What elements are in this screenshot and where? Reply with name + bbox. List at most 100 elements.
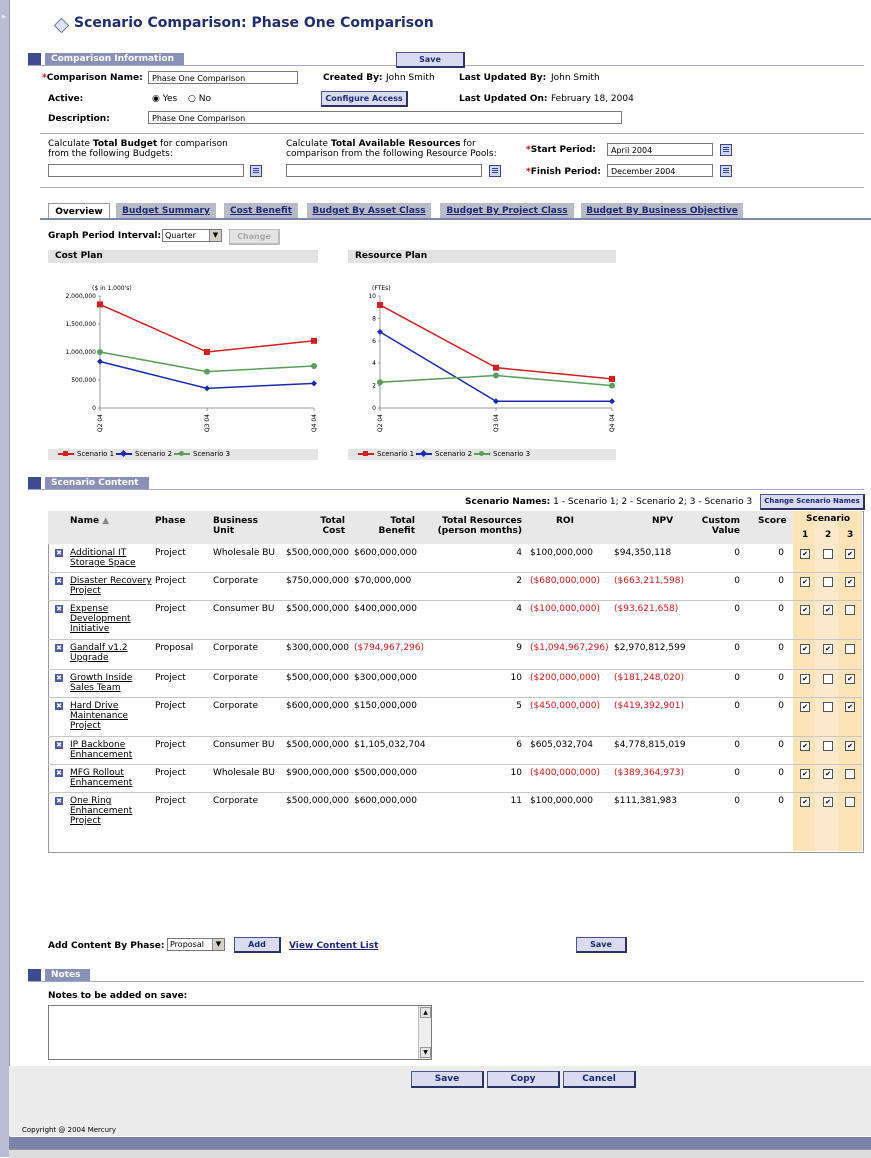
scenario-3-checkbox[interactable]: ✔: [845, 702, 855, 712]
scenario-3-checkbox[interactable]: ✔: [845, 674, 855, 684]
save-button-content[interactable]: Save: [576, 937, 627, 953]
remove-row-icon[interactable]: ✖: [55, 605, 63, 613]
scenario-3-checkbox[interactable]: [845, 797, 855, 807]
tab-budget-by-business-objective[interactable]: Budget By Business Objective: [581, 203, 743, 219]
scenario-2-checkbox[interactable]: ✔: [823, 605, 833, 615]
remove-row-icon[interactable]: ✖: [55, 702, 63, 710]
scenario-3-checkbox[interactable]: [845, 605, 855, 615]
scenario-1-checkbox[interactable]: ✔: [800, 797, 810, 807]
scenario-3-checkbox[interactable]: [845, 644, 855, 654]
description-input[interactable]: Phase One Comparison: [148, 111, 622, 124]
row-total-resources: 9: [516, 643, 522, 653]
comparison-name-input[interactable]: Phase One Comparison: [148, 71, 298, 84]
notes-scrollbar[interactable]: ▲ ▼: [418, 1006, 431, 1059]
row-name-link[interactable]: Additional IT Storage Space: [70, 548, 136, 568]
left-collapse-bar[interactable]: ▸: [0, 0, 10, 1157]
scenario-3-checkbox[interactable]: ✔: [845, 741, 855, 751]
remove-row-icon[interactable]: ✖: [55, 769, 63, 777]
col-business-unit-line1: Business: [213, 516, 258, 526]
resource-pools-input[interactable]: [286, 164, 482, 177]
start-period-input[interactable]: April 2004: [607, 143, 713, 156]
remove-row-icon[interactable]: ✖: [55, 549, 63, 557]
scenario-1-checkbox[interactable]: ✔: [800, 769, 810, 779]
scenario-2-checkbox[interactable]: ✔: [823, 769, 833, 779]
change-scenario-names-button[interactable]: Change Scenario Names: [760, 494, 865, 510]
row-phase: Project: [155, 768, 186, 778]
row-name-link[interactable]: IP Backbone Enhancement: [70, 740, 132, 760]
remove-row-icon[interactable]: ✖: [55, 644, 63, 652]
change-interval-button[interactable]: Change: [229, 229, 280, 245]
row-roi: $100,000,000: [530, 548, 593, 558]
graph-interval-label: Graph Period Interval:: [48, 231, 162, 241]
remove-row-icon[interactable]: ✖: [55, 741, 63, 749]
cancel-button[interactable]: Cancel: [563, 1071, 636, 1088]
active-yes-radio[interactable]: ◉ Yes: [152, 94, 177, 104]
last-updated-by-label: Last Updated By:: [459, 73, 547, 83]
legend-swatch: [174, 451, 190, 456]
tab-budget-summary[interactable]: Budget Summary: [116, 203, 216, 219]
row-custom-value: 0: [734, 576, 740, 586]
row-name-link[interactable]: Growth Inside Sales Team: [70, 673, 132, 693]
finish-period-input[interactable]: December 2004: [607, 164, 713, 177]
remove-row-icon[interactable]: ✖: [55, 674, 63, 682]
cost-plan-title: Cost Plan: [48, 250, 318, 263]
remove-row-icon[interactable]: ✖: [55, 577, 63, 585]
row-name-link[interactable]: Gandalf v1.2 Upgrade: [70, 643, 128, 663]
copy-button[interactable]: Copy: [487, 1071, 560, 1088]
scenario-2-checkbox[interactable]: ✔: [823, 797, 833, 807]
scenario-2-checkbox[interactable]: [823, 674, 833, 684]
tab-cost-benefit[interactable]: Cost Benefit: [224, 203, 298, 219]
col-roi: ROI: [556, 516, 574, 526]
row-business-unit: Corporate: [213, 643, 258, 653]
x-tick-label: Q3 04: [493, 414, 500, 432]
budgets-input[interactable]: [48, 164, 244, 177]
finish-period-calendar-icon[interactable]: [720, 165, 732, 177]
graph-interval-select[interactable]: Quarter ▼: [162, 229, 222, 242]
legend-swatch: [416, 449, 432, 458]
resource-lookup-icon[interactable]: [489, 165, 501, 177]
row-npv: ($181,248,020): [614, 673, 685, 683]
scenario-2-checkbox[interactable]: [823, 577, 833, 587]
add-button[interactable]: Add: [234, 937, 281, 953]
view-content-list-link[interactable]: View Content List: [289, 941, 378, 951]
scenario-1-checkbox[interactable]: ✔: [800, 741, 810, 751]
tab-budget-by-project-class[interactable]: Budget By Project Class: [440, 203, 574, 219]
row-name-link[interactable]: MFG Rollout Enhancement: [70, 768, 132, 788]
col-total-cost-line2: Cost: [322, 526, 345, 536]
scenario-2-checkbox[interactable]: [823, 549, 833, 559]
col-score: Score: [758, 516, 787, 526]
scenario-3-checkbox[interactable]: ✔: [845, 577, 855, 587]
scroll-down-icon[interactable]: ▼: [420, 1047, 431, 1058]
scenario-1-checkbox[interactable]: ✔: [800, 674, 810, 684]
row-name-link[interactable]: Expense Development Initiative: [70, 604, 131, 634]
row-business-unit: Corporate: [213, 701, 258, 711]
scenario-1-checkbox[interactable]: ✔: [800, 644, 810, 654]
scenario-1-checkbox[interactable]: ✔: [800, 549, 810, 559]
row-name-link[interactable]: One Ring Enhancement Project: [70, 796, 132, 826]
row-name-link[interactable]: Hard Drive Maintenance Project: [70, 701, 128, 731]
scenario-3-checkbox[interactable]: ✔: [845, 549, 855, 559]
scenario-2-checkbox[interactable]: [823, 741, 833, 751]
row-total-cost: $300,000,000: [286, 643, 349, 653]
scenario-2-checkbox[interactable]: [823, 702, 833, 712]
row-custom-value: 0: [734, 701, 740, 711]
scenario-1-checkbox[interactable]: ✔: [800, 702, 810, 712]
row-name-link[interactable]: Disaster Recovery Project: [70, 576, 152, 596]
notes-textarea[interactable]: ▲ ▼: [48, 1005, 432, 1060]
scenario-3-checkbox[interactable]: [845, 769, 855, 779]
tab-budget-by-asset-class[interactable]: Budget By Asset Class: [307, 203, 431, 219]
budget-lookup-icon[interactable]: [250, 165, 262, 177]
expand-arrow-icon[interactable]: ▸: [2, 12, 6, 21]
save-button-bottom[interactable]: Save: [411, 1071, 484, 1088]
start-period-calendar-icon[interactable]: [720, 144, 732, 156]
configure-access-button[interactable]: Configure Access: [321, 91, 408, 107]
add-phase-select[interactable]: Proposal ▼: [167, 938, 225, 951]
scenario-1-checkbox[interactable]: ✔: [800, 577, 810, 587]
scenario-2-checkbox[interactable]: ✔: [823, 644, 833, 654]
col-name[interactable]: Name ▲: [70, 516, 109, 526]
remove-row-icon[interactable]: ✖: [55, 797, 63, 805]
active-no-radio[interactable]: ○ No: [188, 94, 211, 104]
scenario-1-checkbox[interactable]: ✔: [800, 605, 810, 615]
save-button-top[interactable]: Save: [396, 52, 465, 68]
scroll-up-icon[interactable]: ▲: [420, 1007, 431, 1018]
